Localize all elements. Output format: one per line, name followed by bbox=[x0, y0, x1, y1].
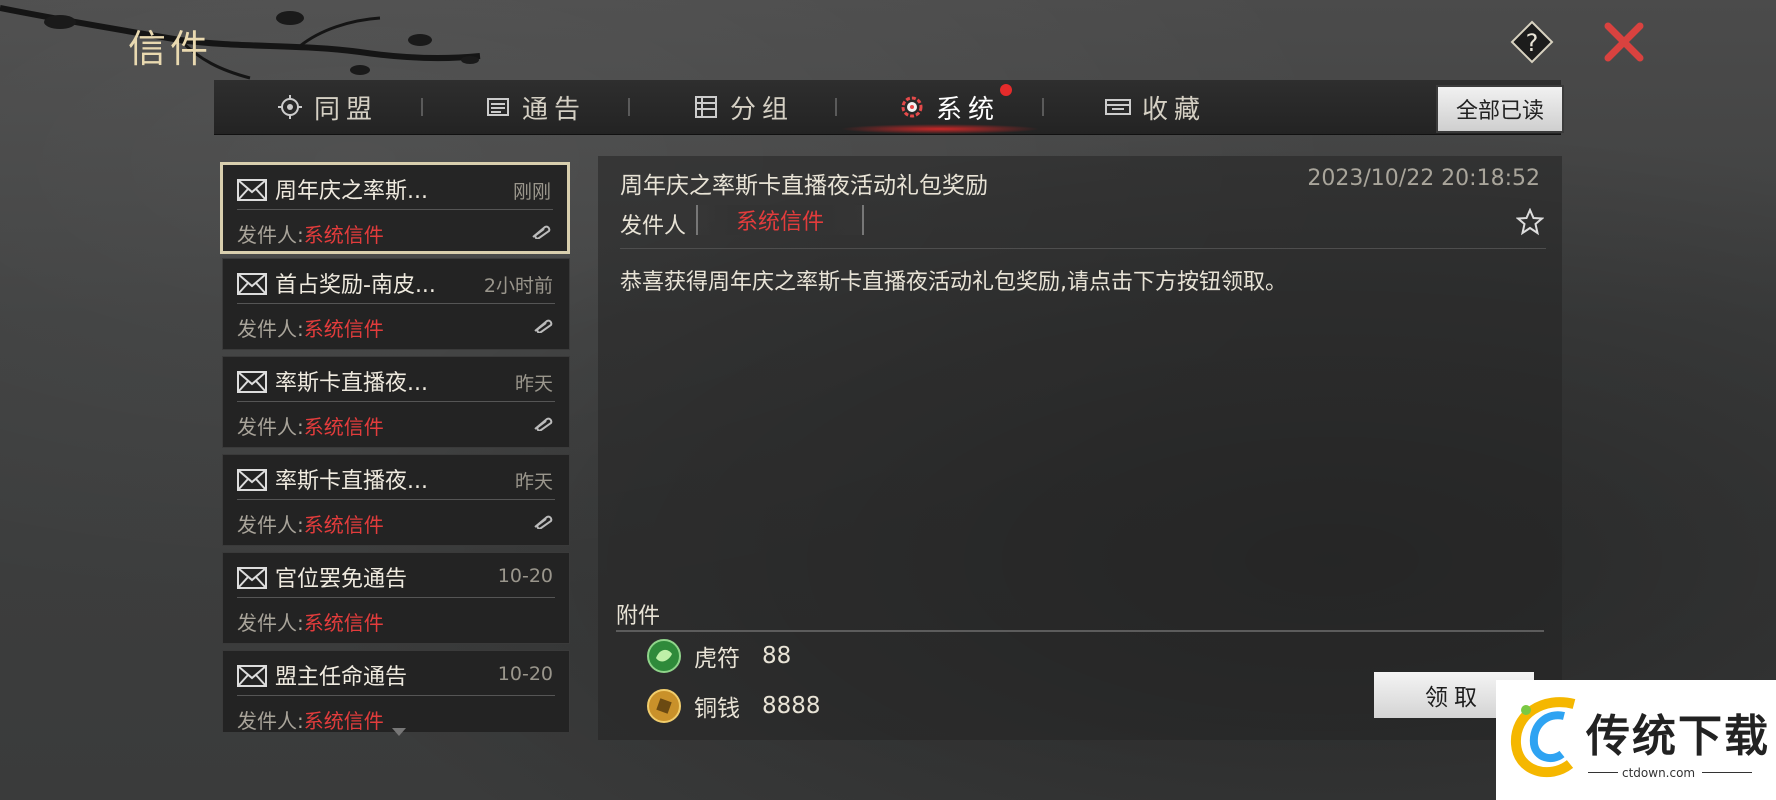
copper-coin-icon bbox=[647, 689, 681, 723]
mail-time: 10-20 bbox=[497, 663, 553, 685]
tab-divider bbox=[835, 98, 837, 116]
tab-label: 分组 bbox=[730, 94, 795, 125]
mail-list: 周年庆之率斯... 刚刚 发件人:系统信件 首占奖励-南皮... 2小时前 发件… bbox=[214, 156, 582, 732]
system-gear-icon bbox=[898, 93, 926, 121]
mail-time: 昨天 bbox=[514, 471, 553, 493]
mail-title: 周年庆之率斯... bbox=[275, 179, 428, 204]
mail-body-text: 恭喜获得周年庆之率斯卡直播夜活动礼包奖励,请点击下方按钮领取。 bbox=[620, 270, 1287, 295]
group-icon bbox=[692, 93, 720, 121]
envelope-icon bbox=[237, 469, 267, 491]
active-tab-indicator bbox=[840, 124, 1040, 134]
divider bbox=[620, 248, 1546, 249]
mail-time: 2小时前 bbox=[483, 275, 553, 297]
mail-title: 官位罢免通告 bbox=[275, 567, 408, 592]
mail-detail-panel: 周年庆之率斯卡直播夜活动礼包奖励 2023/10/22 20:18:52 发件人… bbox=[598, 156, 1562, 740]
tab-divider bbox=[421, 98, 423, 116]
mail-title: 首占奖励-南皮... bbox=[275, 273, 436, 298]
mail-sender: 发件人:系统信件 bbox=[237, 513, 384, 537]
tab-favorites[interactable]: 收藏 bbox=[1104, 80, 1206, 134]
attachment-item: 铜钱 8888 bbox=[646, 686, 821, 726]
tab-label: 收藏 bbox=[1142, 94, 1207, 125]
tab-group[interactable]: 分组 bbox=[692, 80, 794, 134]
tiger-tally-icon bbox=[647, 639, 681, 673]
tab-notice[interactable]: 通告 bbox=[484, 80, 586, 134]
attachment-clip-icon bbox=[532, 225, 551, 239]
mail-list-item[interactable]: 盟主任命通告 10-20 发件人:系统信件 bbox=[222, 650, 570, 732]
mail-time: 10-20 bbox=[497, 565, 553, 587]
help-icon[interactable]: ? bbox=[1510, 20, 1554, 64]
divider bbox=[237, 209, 553, 210]
envelope-icon bbox=[237, 179, 267, 201]
mail-sender: 发件人:系统信件 bbox=[237, 611, 384, 635]
mail-list-item[interactable]: 率斯卡直播夜... 昨天 发件人:系统信件 bbox=[222, 356, 570, 448]
attachment-clip-icon bbox=[534, 417, 553, 431]
notice-icon bbox=[484, 93, 512, 121]
alliance-icon bbox=[276, 93, 304, 121]
mail-sender: 发件人:系统信件 bbox=[237, 223, 384, 247]
mail-list-item[interactable]: 率斯卡直播夜... 昨天 发件人:系统信件 bbox=[222, 454, 570, 546]
watermark-logo-icon bbox=[1510, 697, 1576, 778]
mail-list-item[interactable]: 首占奖励-南皮... 2小时前 发件人:系统信件 bbox=[222, 258, 570, 350]
attachment-clip-icon bbox=[534, 319, 553, 333]
mail-list-item[interactable]: 官位罢免通告 10-20 发件人:系统信件 bbox=[222, 552, 570, 644]
watermark-url: ctdown.com bbox=[1622, 766, 1696, 780]
scroll-down-arrow-icon[interactable] bbox=[392, 728, 406, 736]
window-title: 信件 bbox=[128, 27, 213, 71]
mail-title: 率斯卡直播夜... bbox=[275, 469, 428, 494]
tab-label: 系统 bbox=[936, 94, 1001, 125]
attachment-quantity: 8888 bbox=[762, 693, 821, 719]
divider bbox=[237, 597, 555, 598]
mail-detail-datetime: 2023/10/22 20:18:52 bbox=[1307, 166, 1540, 191]
tab-label: 通告 bbox=[522, 94, 587, 125]
envelope-icon bbox=[237, 371, 267, 393]
divider bbox=[237, 401, 555, 402]
attachment-name: 虎符 bbox=[694, 646, 740, 672]
svg-text:?: ? bbox=[1526, 29, 1539, 57]
envelope-icon bbox=[237, 567, 267, 589]
sender-name: 系统信件 bbox=[696, 205, 864, 235]
tab-label: 同盟 bbox=[314, 94, 379, 125]
divider bbox=[237, 695, 555, 696]
attachments-heading: 附件 bbox=[616, 604, 661, 629]
favorite-box-icon bbox=[1104, 93, 1132, 121]
divider bbox=[1702, 772, 1752, 773]
mail-sender: 发件人:系统信件 bbox=[237, 317, 384, 341]
divider bbox=[1588, 772, 1618, 773]
attachment-quantity: 88 bbox=[762, 643, 792, 669]
watermark: 传统下载 ctdown.com bbox=[1496, 680, 1776, 800]
close-icon[interactable] bbox=[1600, 18, 1648, 66]
divider bbox=[237, 303, 555, 304]
divider bbox=[616, 630, 1544, 632]
attachment-clip-icon bbox=[534, 515, 553, 529]
attachment-item: 虎符 88 bbox=[646, 636, 791, 676]
mail-list-item[interactable]: 周年庆之率斯... 刚刚 发件人:系统信件 bbox=[220, 162, 570, 254]
mail-detail-title: 周年庆之率斯卡直播夜活动礼包奖励 bbox=[620, 173, 988, 199]
envelope-icon bbox=[237, 665, 267, 687]
tab-alliance[interactable]: 同盟 bbox=[276, 80, 378, 134]
divider bbox=[237, 499, 555, 500]
tab-divider bbox=[1042, 98, 1044, 116]
watermark-text: 传统下载 bbox=[1586, 711, 1770, 762]
mail-sender: 发件人:系统信件 bbox=[237, 415, 384, 439]
star-favorite-icon[interactable] bbox=[1516, 208, 1544, 236]
mail-title: 盟主任命通告 bbox=[275, 665, 408, 690]
mail-time: 昨天 bbox=[514, 373, 553, 395]
mail-sender: 发件人:系统信件 bbox=[237, 709, 384, 732]
mark-all-read-button[interactable]: 全部已读 bbox=[1436, 85, 1564, 133]
tab-divider bbox=[628, 98, 630, 116]
mail-time: 刚刚 bbox=[512, 181, 551, 203]
mail-title: 率斯卡直播夜... bbox=[275, 371, 428, 396]
attachment-name: 铜钱 bbox=[694, 696, 740, 722]
notification-dot bbox=[1000, 84, 1012, 96]
sender-label: 发件人 bbox=[620, 214, 687, 239]
envelope-icon bbox=[237, 273, 267, 295]
